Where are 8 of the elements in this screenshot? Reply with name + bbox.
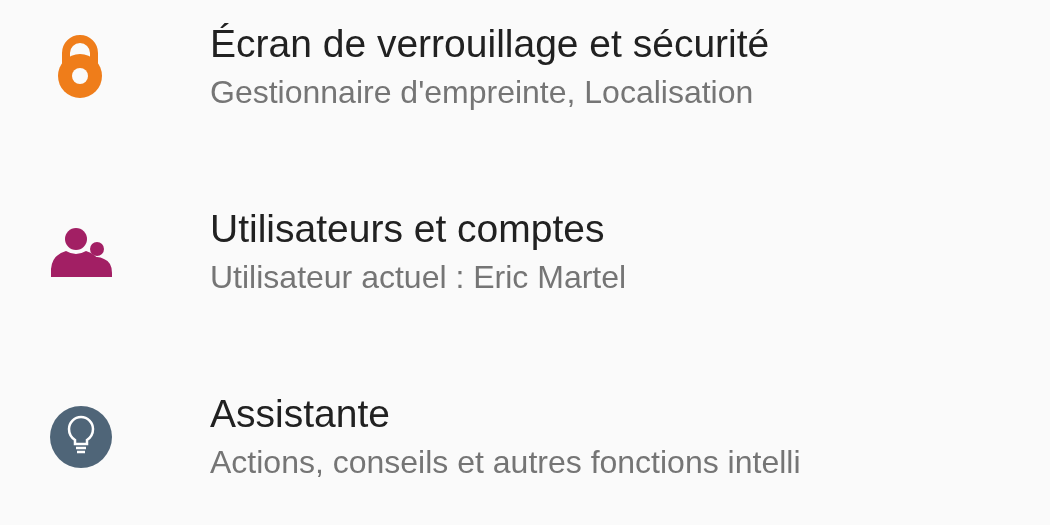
- lightbulb-icon: [50, 405, 112, 468]
- setting-summary: Gestionnaire d'empreinte, Localisation: [210, 74, 755, 111]
- setting-title[interactable]: Assistante: [210, 392, 801, 436]
- setting-title[interactable]: Écran de verrouillage et sécurité: [210, 22, 770, 66]
- setting-summary: Utilisateur actuel : Eric Martel: [210, 259, 627, 296]
- setting-summary: Actions, conseils et autres fonctions intelli: [210, 444, 801, 481]
- setting-title[interactable]: Utilisateurs et comptes: [210, 207, 627, 251]
- users-icon: [50, 226, 114, 277]
